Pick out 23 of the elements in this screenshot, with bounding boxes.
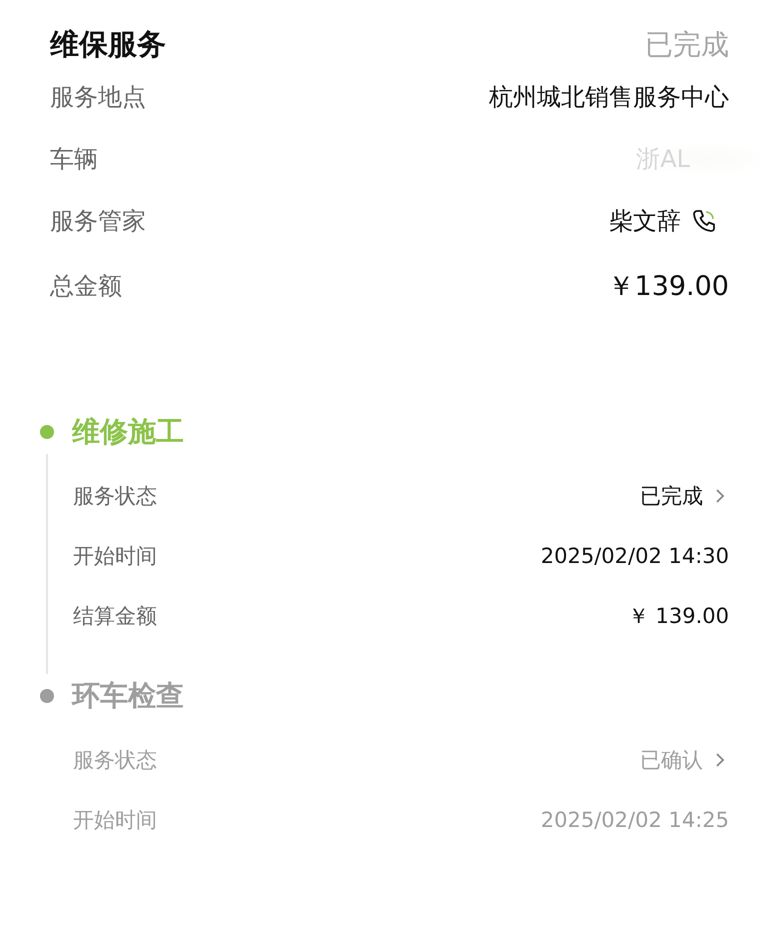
status-text: 已完成 xyxy=(645,27,729,63)
field-label: 开始时间 xyxy=(73,807,157,834)
field-label: 结算金额 xyxy=(73,603,157,630)
stage-title: 维修施工 xyxy=(72,414,184,450)
field-value: ￥139.00 xyxy=(608,270,729,304)
section-title: 维保服务 xyxy=(50,26,166,63)
chevron-right-icon xyxy=(715,752,725,768)
field-label: 开始时间 xyxy=(73,543,157,570)
field-value: 2025/02/02 14:25 xyxy=(540,808,729,832)
field-value: 柴文辞 xyxy=(609,206,681,237)
status-link[interactable]: 已完成 xyxy=(640,482,703,510)
field-value: 杭州城北销售服务中心 xyxy=(489,82,729,113)
field-label: 服务状态 xyxy=(73,747,157,774)
field-value: 2025/02/02 14:30 xyxy=(540,544,729,568)
field-label: 服务状态 xyxy=(73,483,157,510)
field-value: ￥ 139.00 xyxy=(628,603,729,630)
chevron-right-icon xyxy=(715,488,725,504)
field-label: 总金额 xyxy=(50,271,122,302)
field-label: 服务地点 xyxy=(50,82,146,113)
phone-icon[interactable] xyxy=(691,208,717,234)
field-label: 服务管家 xyxy=(50,206,146,237)
field-label: 车辆 xyxy=(50,144,98,175)
stage-title: 环车检查 xyxy=(72,678,184,714)
